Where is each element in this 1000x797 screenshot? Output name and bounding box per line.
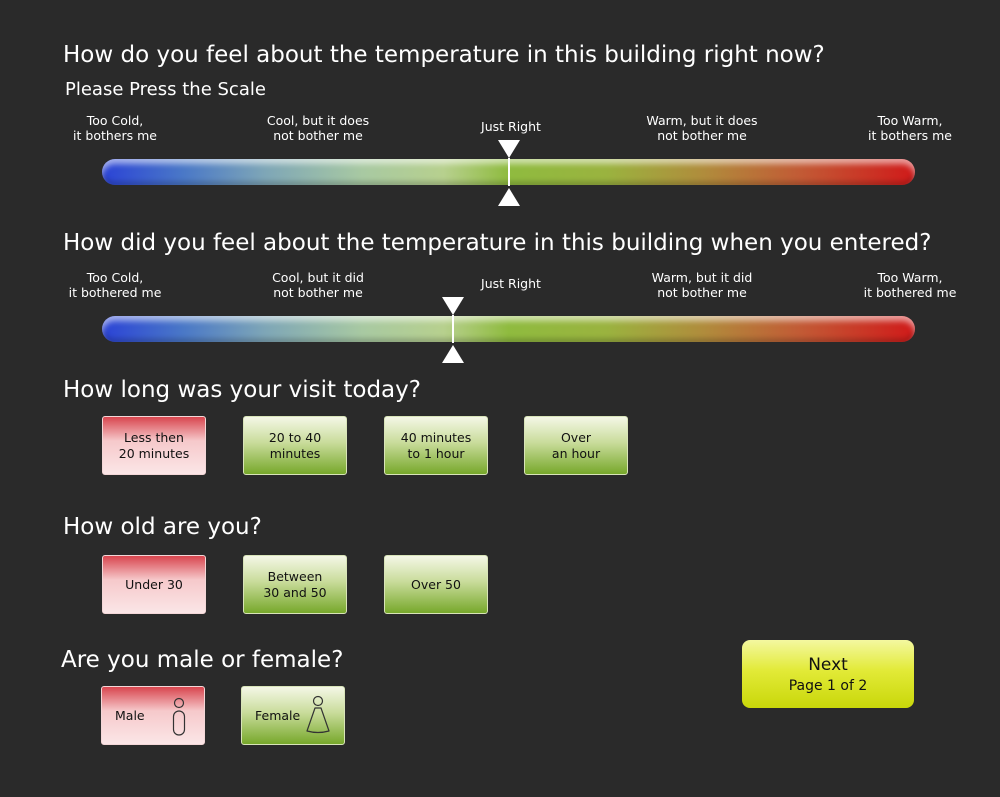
scale1-label-too-warm: Too Warm, it bothers me bbox=[868, 113, 952, 143]
scale2-label-cool: Cool, but it did not bother me bbox=[272, 270, 364, 300]
option-over-50[interactable]: Over 50 bbox=[384, 555, 488, 614]
next-button-label: Next bbox=[808, 655, 848, 675]
option-under-30[interactable]: Under 30 bbox=[102, 555, 206, 614]
scale2-marker-top-arrow[interactable] bbox=[442, 297, 465, 315]
question-visit-length: How long was your visit today? bbox=[63, 377, 421, 403]
scale2-label-too-warm: Too Warm, it bothered me bbox=[863, 270, 957, 300]
question-entry-temperature: How did you feel about the temperature i… bbox=[63, 230, 932, 256]
question-age: How old are you? bbox=[63, 514, 262, 540]
scale2-marker-line bbox=[452, 315, 455, 343]
option-over-an-hour[interactable]: Over an hour bbox=[524, 416, 628, 475]
scale2-label-just-right: Just Right bbox=[481, 276, 541, 291]
scale1-label-too-cold: Too Cold, it bothers me bbox=[73, 113, 157, 143]
question-gender: Are you male or female? bbox=[61, 647, 344, 673]
scale1-label-just-right: Just Right bbox=[481, 119, 541, 134]
male-figure-icon bbox=[172, 697, 186, 736]
option-40-minutes-to-1-hour[interactable]: 40 minutes to 1 hour bbox=[384, 416, 488, 475]
scale1-label-warm: Warm, but it does not bother me bbox=[646, 113, 758, 143]
option-female-label: Female bbox=[255, 707, 301, 723]
option-between-30-and-50[interactable]: Between 30 and 50 bbox=[243, 555, 347, 614]
scale1-label-cool: Cool, but it does not bother me bbox=[266, 113, 370, 143]
option-less-than-20-minutes[interactable]: Less then 20 minutes bbox=[102, 416, 206, 475]
scale1-marker-bottom-arrow[interactable] bbox=[497, 188, 520, 206]
female-figure-icon bbox=[306, 695, 330, 734]
option-20-to-40-minutes[interactable]: 20 to 40 minutes bbox=[243, 416, 347, 475]
scale2-label-too-cold: Too Cold, it bothered me bbox=[68, 270, 162, 300]
question-current-temperature: How do you feel about the temperature in… bbox=[63, 42, 825, 68]
scale2-marker-bottom-arrow[interactable] bbox=[442, 345, 465, 363]
scale1-marker-line bbox=[507, 158, 510, 186]
option-male[interactable]: Male bbox=[101, 686, 205, 745]
scale-instruction: Please Press the Scale bbox=[65, 79, 266, 100]
next-button[interactable]: Next Page 1 of 2 bbox=[742, 640, 914, 708]
temperature-gradient-track[interactable] bbox=[102, 316, 915, 342]
scale2-label-warm: Warm, but it did not bother me bbox=[651, 270, 753, 300]
scale1-marker-top-arrow[interactable] bbox=[497, 140, 520, 158]
page-indicator: Page 1 of 2 bbox=[788, 678, 868, 694]
option-female[interactable]: Female bbox=[241, 686, 345, 745]
option-male-label: Male bbox=[115, 707, 145, 723]
